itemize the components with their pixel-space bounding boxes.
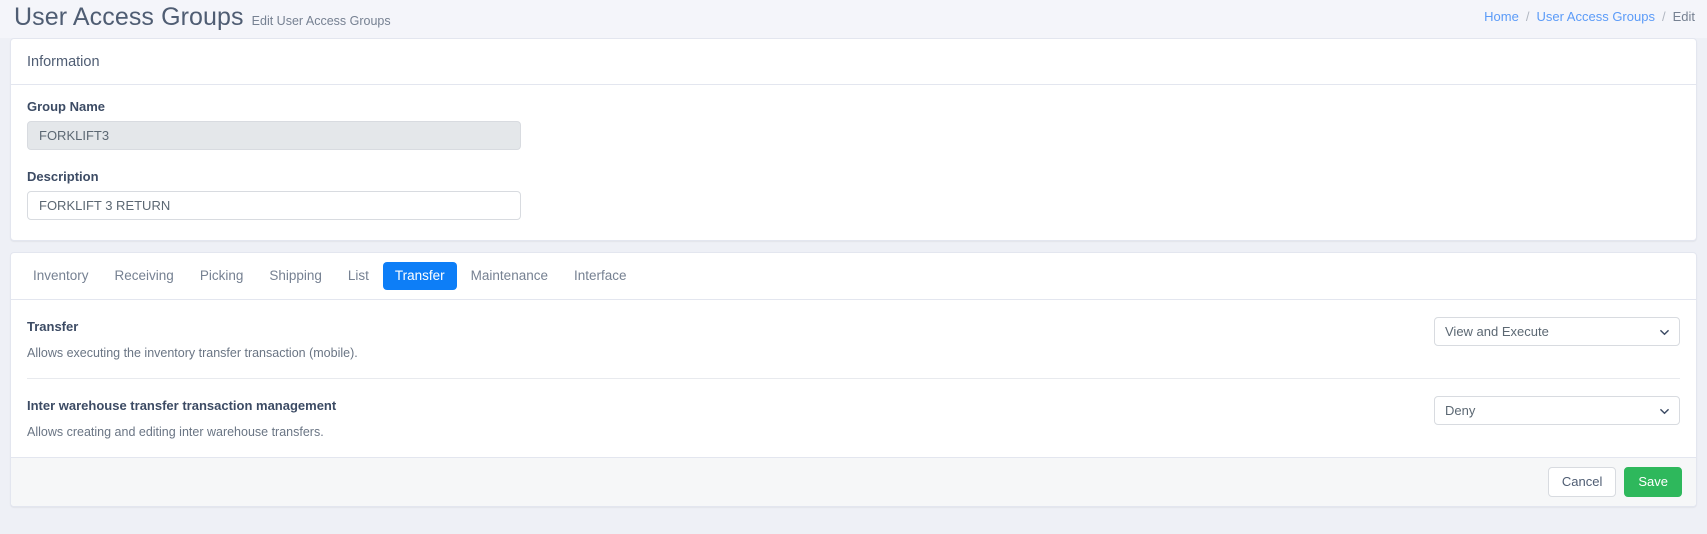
tab-transfer[interactable]: Transfer bbox=[382, 262, 457, 290]
page-header: User Access Groups Edit User Access Grou… bbox=[0, 0, 1707, 38]
permission-select-wrap: Deny View View and Execute bbox=[1434, 317, 1680, 346]
permission-title: Inter warehouse transfer transaction man… bbox=[27, 398, 337, 413]
information-card-header: Information bbox=[11, 39, 1696, 85]
tab-receiving[interactable]: Receiving bbox=[103, 262, 186, 290]
group-name-input[interactable] bbox=[27, 121, 521, 150]
tab-maintenance[interactable]: Maintenance bbox=[459, 262, 560, 290]
transfer-permission-select[interactable]: Deny View View and Execute bbox=[1434, 317, 1680, 346]
information-card-body: Group Name Description bbox=[11, 85, 1696, 240]
information-card-title: Information bbox=[27, 53, 100, 70]
breadcrumb-item-edit: Edit bbox=[1672, 9, 1695, 24]
permission-text: Transfer Allows executing the inventory … bbox=[27, 317, 358, 362]
permission-text: Inter warehouse transfer transaction man… bbox=[27, 396, 336, 441]
permission-title: Transfer bbox=[27, 319, 79, 334]
breadcrumb-item-user-access-groups[interactable]: User Access Groups bbox=[1536, 9, 1655, 24]
information-card: Information Group Name Description bbox=[10, 38, 1697, 241]
breadcrumb-separator: / bbox=[1525, 9, 1530, 24]
page-title-group: User Access Groups Edit User Access Grou… bbox=[14, 0, 391, 32]
breadcrumb-item-home[interactable]: Home bbox=[1484, 9, 1519, 24]
transfer-tab-panel: Transfer Allows executing the inventory … bbox=[11, 299, 1696, 457]
group-name-label: Group Name bbox=[27, 99, 106, 114]
description-input[interactable] bbox=[27, 191, 521, 220]
page-subtitle: Edit User Access Groups bbox=[251, 14, 391, 28]
description-label: Description bbox=[27, 169, 99, 184]
permission-select-wrap: Deny View View and Execute bbox=[1434, 396, 1680, 425]
card-footer: Cancel Save bbox=[11, 457, 1696, 506]
permissions-card: Inventory Receiving Picking Shipping Lis… bbox=[10, 252, 1697, 507]
tab-inventory[interactable]: Inventory bbox=[21, 262, 101, 290]
permission-description: Allows executing the inventory transfer … bbox=[27, 346, 358, 360]
permission-description: Allows creating and editing inter wareho… bbox=[27, 425, 324, 439]
breadcrumb-separator: / bbox=[1661, 9, 1666, 24]
tab-bar: Inventory Receiving Picking Shipping Lis… bbox=[11, 253, 1696, 299]
breadcrumb: Home / User Access Groups / Edit bbox=[1484, 0, 1695, 24]
permission-row: Inter warehouse transfer transaction man… bbox=[27, 378, 1680, 457]
tab-picking[interactable]: Picking bbox=[188, 262, 256, 290]
tab-interface[interactable]: Interface bbox=[562, 262, 639, 290]
permission-row: Transfer Allows executing the inventory … bbox=[27, 300, 1680, 378]
save-button[interactable]: Save bbox=[1624, 467, 1682, 497]
page-title: User Access Groups bbox=[14, 3, 244, 31]
tab-list[interactable]: List bbox=[336, 262, 381, 290]
cancel-button[interactable]: Cancel bbox=[1547, 467, 1617, 497]
tab-shipping[interactable]: Shipping bbox=[257, 262, 334, 290]
inter-warehouse-transfer-permission-select[interactable]: Deny View View and Execute bbox=[1434, 396, 1680, 425]
